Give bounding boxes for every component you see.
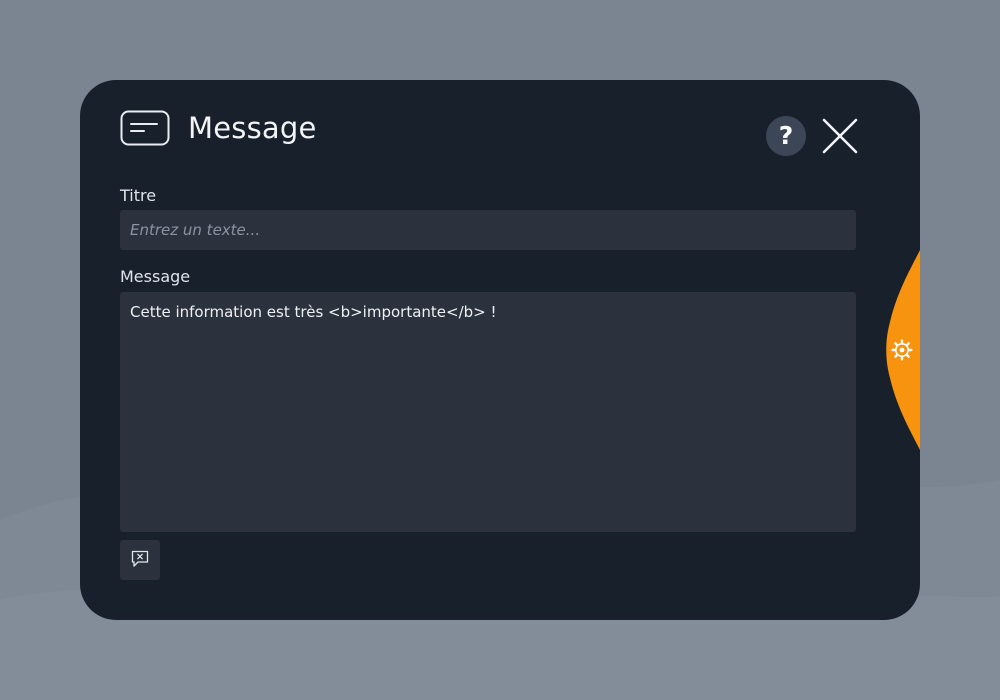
close-button[interactable] xyxy=(822,118,858,154)
title-input[interactable] xyxy=(120,210,856,250)
message-card-icon xyxy=(120,110,170,146)
message-field-label: Message xyxy=(120,267,191,286)
gear-icon xyxy=(891,339,913,361)
settings-tab[interactable] xyxy=(885,250,920,450)
message-textarea[interactable]: Cette information est très <b>importante… xyxy=(120,292,856,532)
clear-message-button[interactable] xyxy=(120,540,160,580)
clear-message-icon xyxy=(131,550,149,567)
title-field-label: Titre xyxy=(120,186,157,205)
help-icon: ? xyxy=(778,121,794,150)
message-dialog: Message ? Titre Message Cette informatio… xyxy=(80,80,920,620)
close-icon xyxy=(822,118,858,154)
dialog-title: Message xyxy=(188,111,317,145)
help-button[interactable]: ? xyxy=(766,116,806,156)
